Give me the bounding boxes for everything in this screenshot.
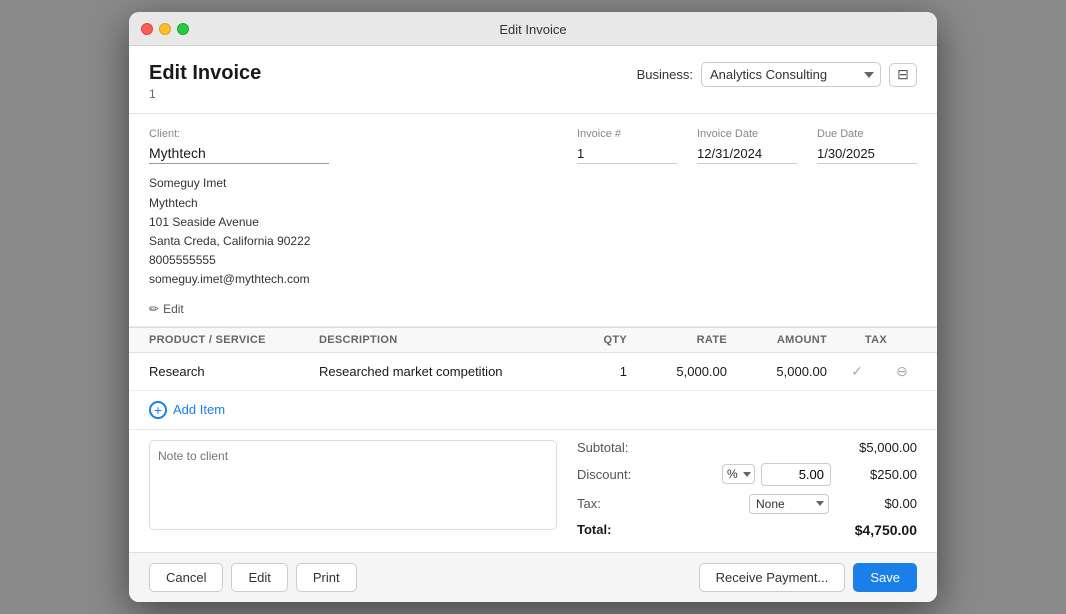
footer-left: Cancel Edit Print — [149, 563, 357, 592]
header-left: Edit Invoice 1 — [149, 62, 261, 101]
due-date-label: Due Date — [817, 128, 917, 140]
invoice-number-field: Invoice # — [577, 128, 677, 164]
row-product: Research — [149, 364, 319, 379]
discount-row: Discount: % $ $250.00 — [577, 463, 917, 486]
traffic-lights — [141, 23, 189, 35]
due-date-field: Due Date — [817, 128, 917, 164]
page-title: Edit Invoice — [149, 62, 261, 85]
row-amount: 5,000.00 — [727, 364, 827, 379]
tax-value: $0.00 — [837, 496, 917, 511]
maximize-button[interactable] — [177, 23, 189, 35]
row-description: Researched market competition — [319, 364, 547, 379]
due-date-input[interactable] — [817, 144, 917, 164]
col-rate: RATE — [627, 334, 727, 346]
business-label: Business: — [637, 67, 693, 82]
invoice-fields: Invoice # Invoice Date Due Date — [577, 128, 917, 315]
client-contact-name: Someguy Imet — [149, 174, 557, 193]
tax-label: Tax: — [577, 496, 601, 511]
edit-invoice-window: Edit Invoice Edit Invoice 1 Business: An… — [129, 12, 937, 601]
edit-label: Edit — [163, 302, 184, 316]
col-amount: AMOUNT — [727, 334, 827, 346]
titlebar: Edit Invoice — [129, 12, 937, 46]
discount-value: $250.00 — [837, 467, 917, 482]
add-item-label: Add Item — [173, 402, 225, 417]
header-right: Business: Analytics Consulting ⊟ — [637, 62, 917, 87]
add-item-icon: + — [149, 401, 167, 419]
add-item-button[interactable]: + Add Item — [149, 401, 225, 419]
line-items-table: PRODUCT / SERVICE DESCRIPTION QTY RATE A… — [129, 327, 937, 391]
total-row: Total: $4,750.00 — [577, 522, 917, 538]
client-label: Client: — [149, 128, 557, 140]
row-tax-checkbox[interactable]: ✓ — [827, 363, 887, 380]
edit-button[interactable]: Edit — [231, 563, 287, 592]
col-qty: QTY — [547, 334, 627, 346]
pencil-icon: ✏ — [149, 302, 159, 316]
sidebar-toggle-button[interactable]: ⊟ — [889, 63, 917, 87]
receive-payment-button[interactable]: Receive Payment... — [699, 563, 846, 592]
subtotal-label: Subtotal: — [577, 440, 628, 455]
col-description: DESCRIPTION — [319, 334, 547, 346]
row-rate: 5,000.00 — [627, 364, 727, 379]
invoice-date-input[interactable] — [697, 144, 797, 164]
bottom-section: Subtotal: $5,000.00 Discount: % $ $250.0… — [129, 430, 937, 552]
table-row: Research Researched market competition 1… — [129, 353, 937, 391]
invoice-id: 1 — [149, 87, 261, 101]
note-textarea[interactable] — [149, 440, 557, 530]
form-section: Client: Someguy Imet Mythtech 101 Seasid… — [129, 114, 937, 326]
note-area — [149, 440, 557, 538]
cancel-button[interactable]: Cancel — [149, 563, 223, 592]
col-tax: TAX — [827, 334, 887, 346]
client-name-input[interactable] — [149, 143, 329, 164]
discount-type-select[interactable]: % $ — [722, 464, 755, 484]
client-email: someguy.imet@mythtech.com — [149, 270, 557, 289]
business-select[interactable]: Analytics Consulting — [701, 62, 881, 87]
totals-block: Subtotal: $5,000.00 Discount: % $ $250.0… — [577, 440, 917, 538]
client-edit-button[interactable]: ✏ Edit — [149, 302, 184, 316]
window-title: Edit Invoice — [499, 22, 566, 37]
sidebar-toggle-icon: ⊟ — [897, 66, 909, 83]
print-button[interactable]: Print — [296, 563, 357, 592]
client-phone: 8005555555 — [149, 251, 557, 270]
subtotal-row: Subtotal: $5,000.00 — [577, 440, 917, 455]
save-button[interactable]: Save — [853, 563, 917, 592]
client-company: Mythtech — [149, 194, 557, 213]
discount-amount-input[interactable] — [761, 463, 831, 486]
row-remove-button[interactable]: ⊖ — [887, 363, 917, 380]
minimize-button[interactable] — [159, 23, 171, 35]
total-label: Total: — [577, 522, 611, 537]
client-block: Client: Someguy Imet Mythtech 101 Seasid… — [149, 128, 557, 315]
discount-controls: % $ $250.00 — [722, 463, 917, 486]
footer-right: Receive Payment... Save — [699, 563, 917, 592]
invoice-date-label: Invoice Date — [697, 128, 797, 140]
close-button[interactable] — [141, 23, 153, 35]
subtotal-value: $5,000.00 — [837, 440, 917, 455]
row-qty: 1 — [547, 364, 627, 379]
total-value: $4,750.00 — [837, 522, 917, 538]
tax-row: Tax: None $0.00 — [577, 494, 917, 514]
header-section: Edit Invoice 1 Business: Analytics Consu… — [129, 46, 937, 114]
invoice-number-input[interactable] — [577, 144, 677, 164]
footer: Cancel Edit Print Receive Payment... Sav… — [129, 552, 937, 602]
col-product: PRODUCT / SERVICE — [149, 334, 319, 346]
client-address1: 101 Seaside Avenue — [149, 213, 557, 232]
invoice-number-label: Invoice # — [577, 128, 677, 140]
client-info: Someguy Imet Mythtech 101 Seaside Avenue… — [149, 174, 557, 289]
table-header: PRODUCT / SERVICE DESCRIPTION QTY RATE A… — [129, 328, 937, 353]
add-item-row: + Add Item — [129, 391, 937, 430]
tax-select[interactable]: None — [749, 494, 829, 514]
main-content: Edit Invoice 1 Business: Analytics Consu… — [129, 46, 937, 551]
discount-label: Discount: — [577, 467, 631, 482]
invoice-date-field: Invoice Date — [697, 128, 797, 164]
client-address2: Santa Creda, California 90222 — [149, 232, 557, 251]
col-actions — [887, 334, 917, 346]
tax-controls: None $0.00 — [749, 494, 917, 514]
